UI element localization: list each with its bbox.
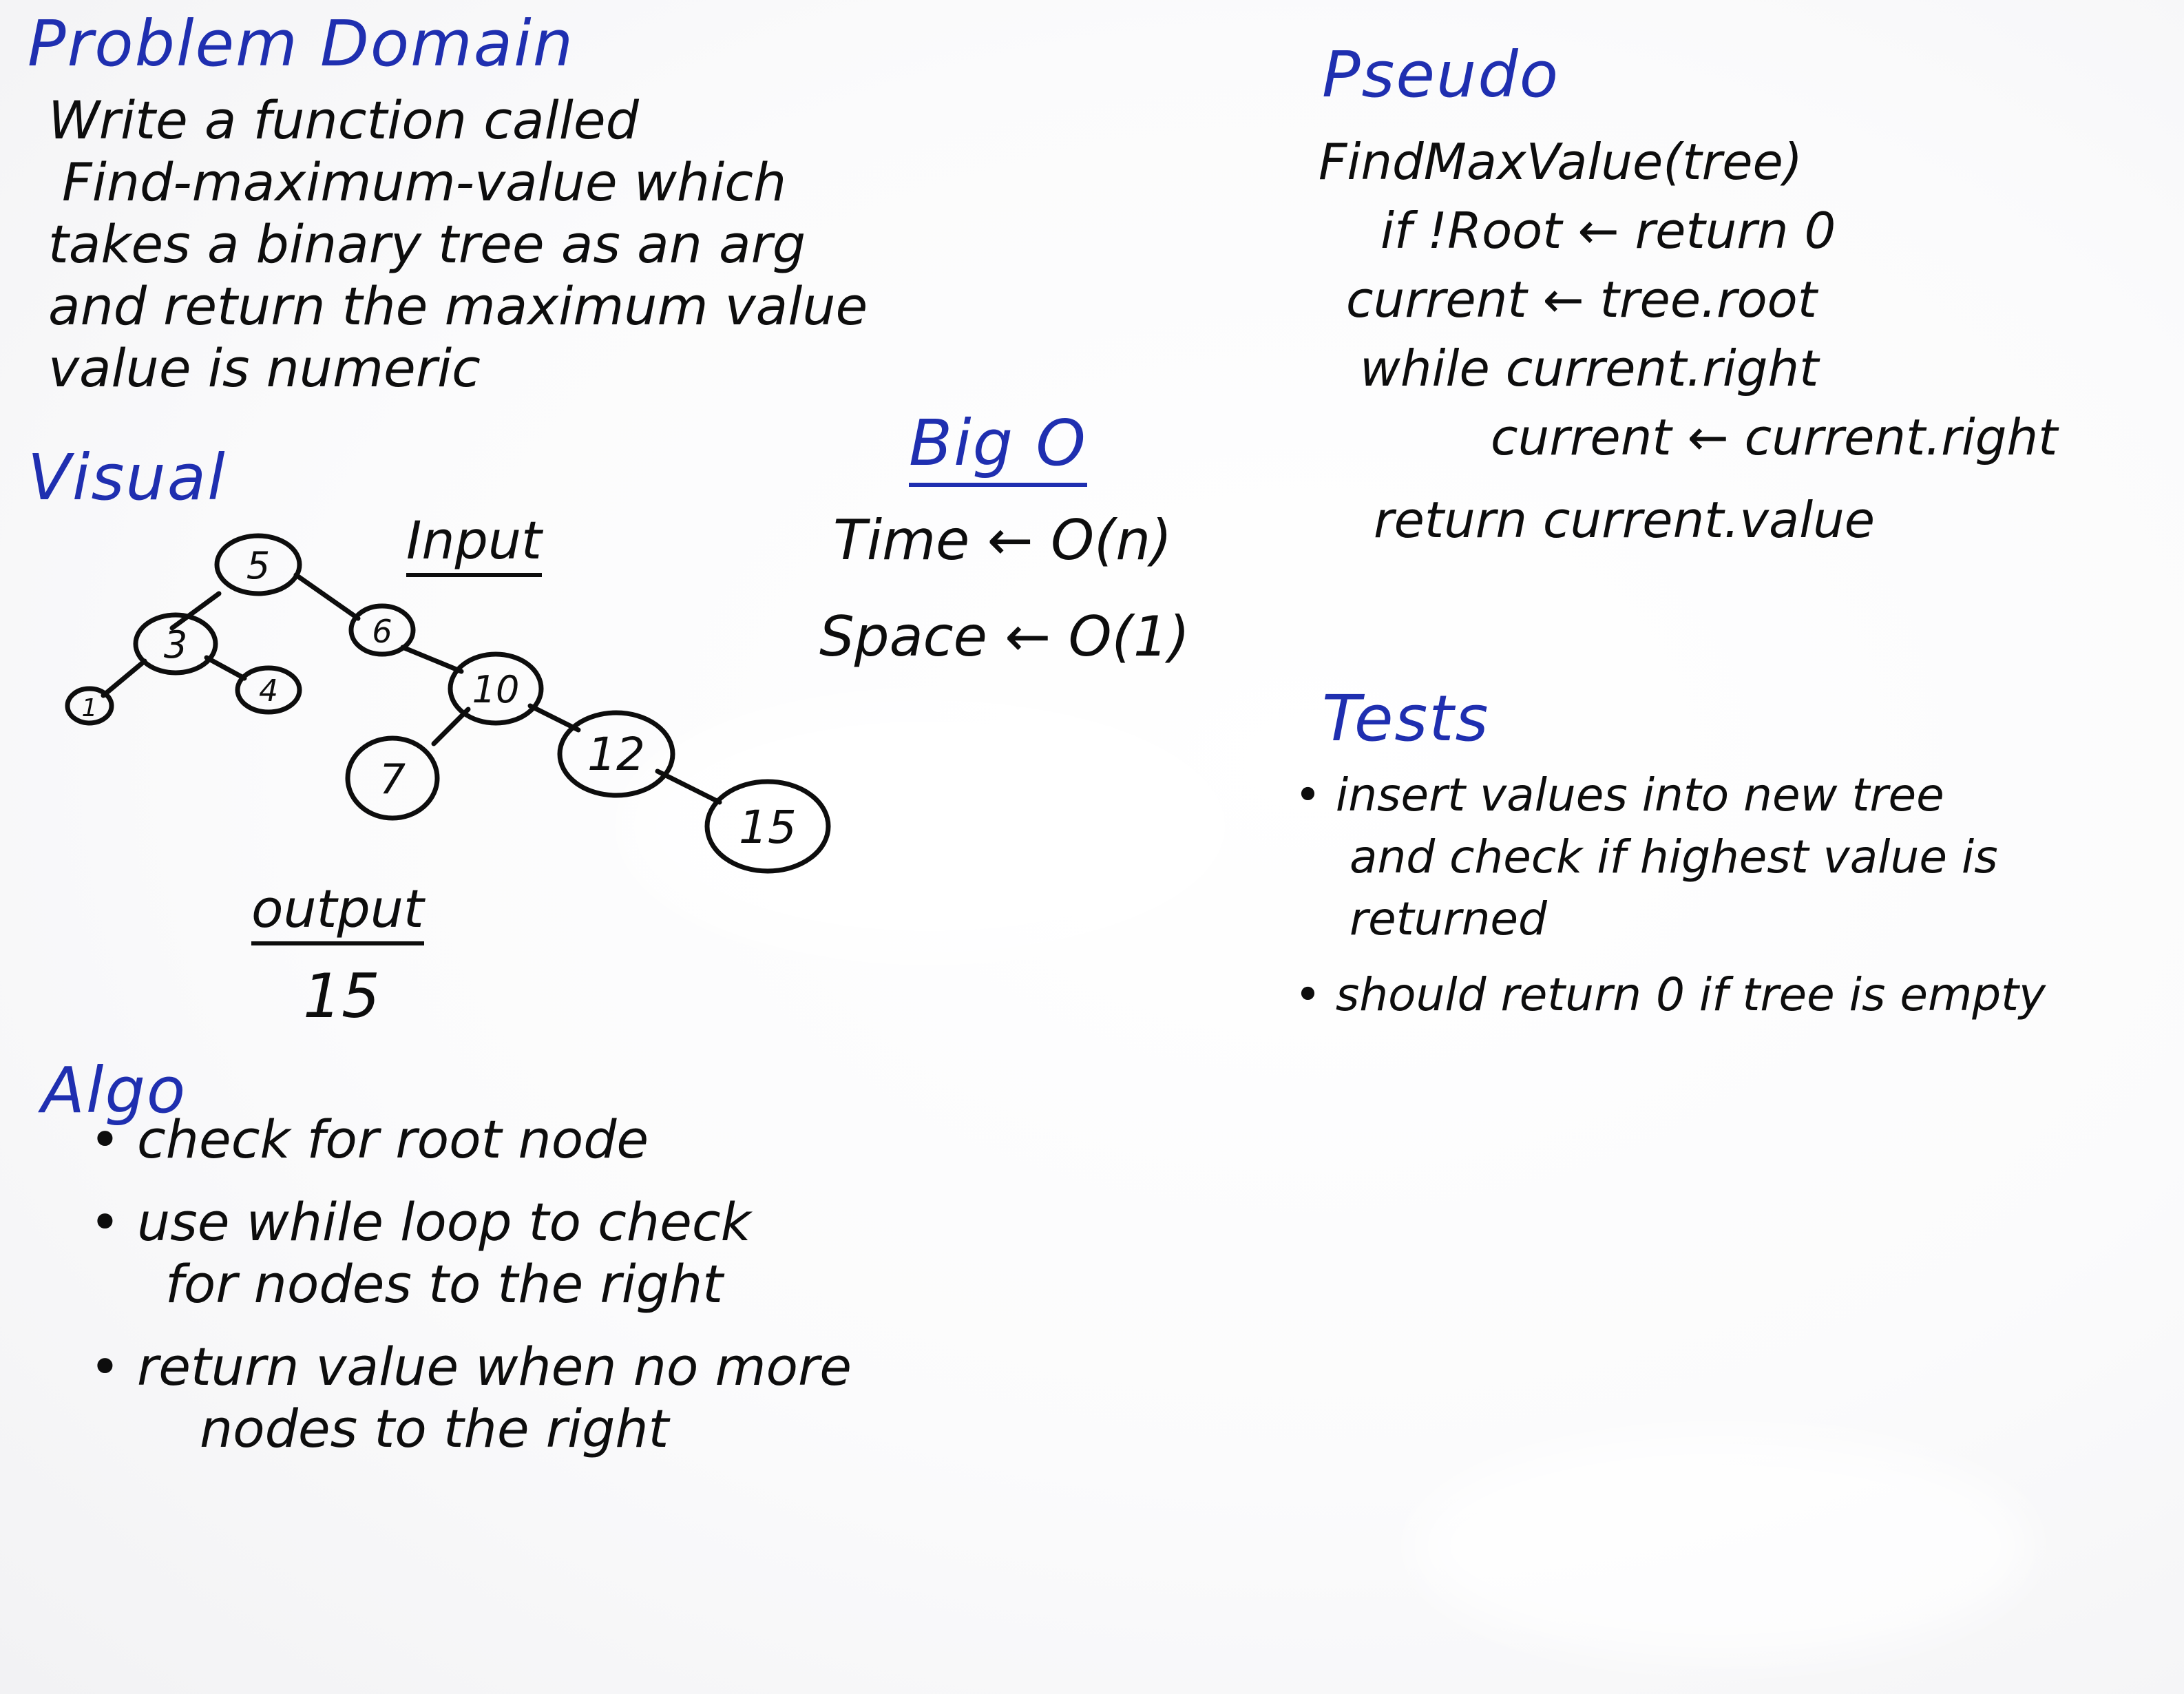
pseudo-heading: Pseudo	[1322, 38, 1560, 112]
algo-item: check for root node	[90, 1109, 852, 1171]
node-label-4: 4	[259, 673, 278, 709]
node-label-5: 5	[246, 544, 270, 587]
big-o-space: Space ← O(1)	[819, 605, 1190, 669]
node-label-12: 12	[587, 728, 645, 781]
output-label: output	[251, 878, 424, 945]
edge-3-4	[204, 655, 247, 681]
pseudo-line: return current.value	[1374, 491, 1876, 549]
algo-item: use while loop to check	[90, 1191, 852, 1253]
test-item: should return 0 if tree is empty	[1294, 964, 2046, 1026]
big-o-heading: Big O	[909, 406, 1087, 487]
output-label-text: output	[251, 878, 424, 945]
edge-5-6	[293, 572, 361, 621]
pseudo-line: FindMaxValue(tree)	[1319, 133, 1803, 191]
test-item: insert values into new tree	[1294, 764, 2046, 826]
algo-item: nodes to the right	[200, 1398, 669, 1459]
node-label-1: 1	[82, 694, 98, 722]
node-label-6: 6	[372, 613, 392, 650]
test-item: returned	[1350, 892, 1547, 945]
pseudo-line: current ← current.right	[1491, 408, 2058, 466]
node-label-15: 15	[739, 801, 797, 854]
tests-heading: Tests	[1322, 682, 1490, 755]
pseudo-line: current ← tree.root	[1346, 271, 1817, 328]
big-o-time: Time ← O(n)	[833, 508, 1173, 572]
algo-item: for nodes to the right	[165, 1253, 723, 1315]
node-label-3: 3	[164, 623, 187, 667]
pseudo-line: if !Root ← return 0	[1380, 202, 1836, 260]
pseudo-line: while current.right	[1360, 339, 1819, 397]
algo-item: return value when no more	[90, 1336, 852, 1398]
tests-list: insert values into new tree and check if…	[1294, 764, 2046, 1026]
big-o-heading-text: Big O	[909, 406, 1087, 487]
node-label-10: 10	[472, 668, 520, 711]
test-item: and check if highest value is	[1350, 830, 1998, 883]
whiteboard: Problem Domain Write a function called F…	[0, 0, 2184, 1694]
node-label-7: 7	[379, 755, 406, 804]
edge-6-10	[400, 645, 464, 674]
pseudo-code: FindMaxValue(tree) if !Root ← return 0 c…	[1319, 127, 2057, 554]
algo-list: check for root node use while loop to ch…	[90, 1109, 852, 1460]
edge-3-1	[101, 658, 147, 698]
output-value: 15	[303, 961, 380, 1032]
